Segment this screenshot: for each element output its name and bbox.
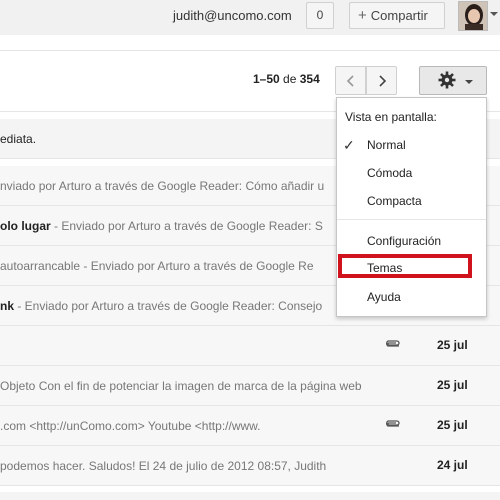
menu-item-compacta[interactable]: Compacta (337, 188, 486, 214)
chevron-down-icon[interactable] (490, 12, 498, 16)
message-date: 25 jul (437, 338, 468, 352)
paperclip-icon (386, 340, 400, 347)
share-button[interactable]: + Compartir (349, 2, 445, 29)
menu-header: Vista en pantalla: (345, 110, 437, 124)
gear-icon (438, 71, 456, 89)
message-snippet: nviado por Arturo a través de Google Rea… (0, 179, 325, 193)
newer-page-button[interactable] (366, 66, 397, 95)
avatar-photo-icon (459, 2, 487, 30)
message-subject: nk (0, 299, 15, 313)
message-snippet: autoarrancable - Enviado por Arturo a tr… (0, 259, 314, 273)
checkmark-icon: ✓ (343, 137, 355, 153)
message-snippet: .com <http://unComo.com> Youtube <http:/… (0, 419, 261, 433)
highlight-box (338, 254, 472, 278)
message-snippet: podemos hacer. Saludos! El 24 de julio d… (0, 459, 327, 473)
divider (0, 50, 500, 51)
top-bar: judith@uncomo.com 0 + Compartir (0, 0, 500, 35)
message-snippet: ediata. (0, 132, 37, 146)
list-item[interactable]: .com <http://unComo.com> Youtube <http:/… (0, 406, 500, 446)
menu-item-configuracion[interactable]: Configuración (337, 228, 486, 254)
list-item[interactable]: 25 jul (0, 326, 500, 366)
menu-divider (337, 219, 486, 220)
older-page-button[interactable] (335, 66, 366, 95)
chevron-down-icon (465, 80, 473, 84)
message-date: 25 jul (377, 378, 468, 392)
message-subject: olo lugar (0, 219, 51, 233)
menu-item-ayuda[interactable]: Ayuda (337, 284, 486, 310)
chevron-left-icon (346, 75, 354, 87)
paperclip-icon (386, 420, 400, 427)
notification-count-button[interactable]: 0 (306, 2, 334, 29)
menu-item-comoda[interactable]: Cómoda (337, 160, 486, 186)
message-snippet: - Enviado por Arturo a través de Google … (50, 219, 323, 233)
chevron-right-icon (378, 75, 386, 87)
message-snippet: - Enviado por Arturo a través de Google … (14, 299, 323, 313)
message-snippet: Objeto Con el fin de potenciar la imagen… (0, 379, 362, 393)
settings-button[interactable] (419, 66, 487, 95)
message-date: 24 jul (437, 458, 468, 472)
list-item[interactable] (0, 492, 500, 500)
plus-icon: + (358, 7, 367, 24)
message-range: 1–50 de 354 (253, 72, 320, 86)
share-label: Compartir (370, 8, 428, 23)
settings-menu: Vista en pantalla: ✓ Normal Cómoda Compa… (336, 97, 487, 317)
list-item[interactable]: Objeto Con el fin de potenciar la imagen… (0, 366, 500, 406)
list-item[interactable]: podemos hacer. Saludos! El 24 de julio d… (0, 446, 500, 486)
avatar[interactable] (458, 1, 488, 31)
message-date: 25 jul (437, 418, 468, 432)
account-email[interactable]: judith@uncomo.com (173, 8, 292, 23)
menu-item-normal[interactable]: ✓ Normal (337, 132, 486, 158)
